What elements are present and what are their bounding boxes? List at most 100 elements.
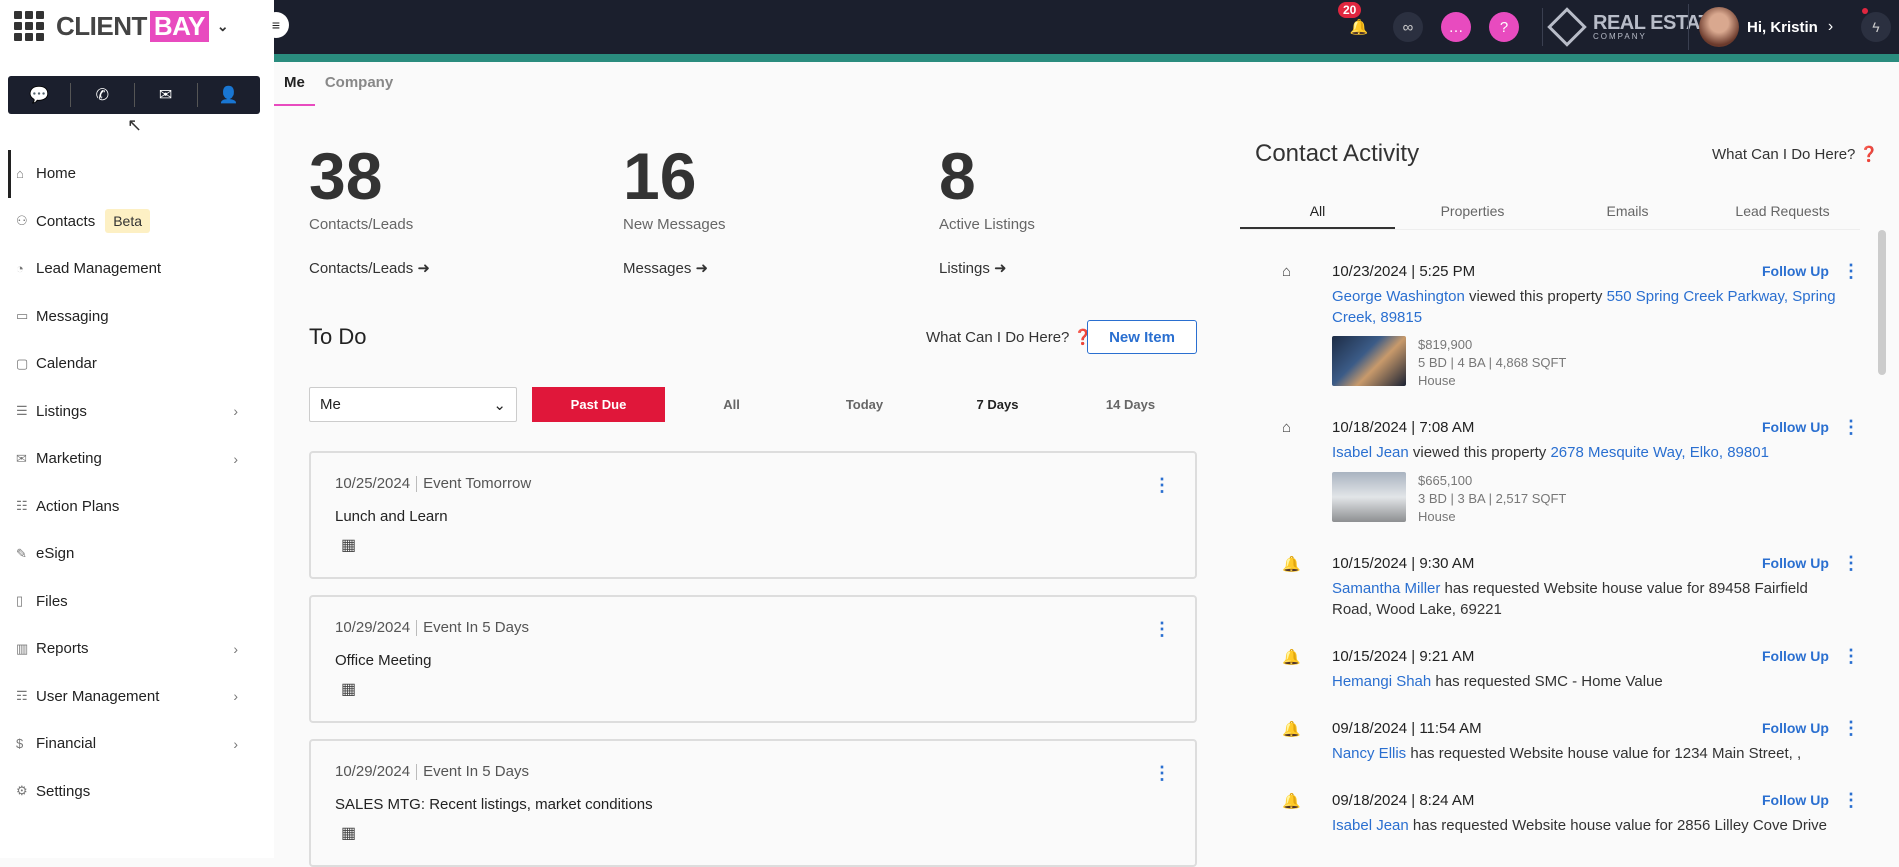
todo-date: 10/29/2024 bbox=[335, 619, 411, 636]
follow-up-link[interactable]: Follow Up bbox=[1762, 648, 1829, 664]
stat-link[interactable]: Contacts/Leads ➜ bbox=[309, 259, 430, 277]
sidebar-item-home[interactable]: ⌂ Home bbox=[0, 150, 274, 198]
sidebar-item-settings[interactable]: ⚙ Settings bbox=[0, 768, 274, 816]
sidebar-item-messaging[interactable]: ▭ Messaging bbox=[0, 293, 274, 341]
filter-7-days[interactable]: 7 Days bbox=[931, 387, 1064, 422]
more-options-icon[interactable]: ⋮ bbox=[1153, 475, 1171, 496]
chevron-right-icon: › bbox=[233, 735, 238, 752]
app-grid-icon[interactable] bbox=[14, 11, 44, 41]
sidebar-item-reports[interactable]: ▥ Reports › bbox=[0, 625, 274, 673]
calendar-icon: ▦ bbox=[341, 825, 357, 842]
follow-up-link[interactable]: Follow Up bbox=[1762, 263, 1829, 279]
stat-link[interactable]: Listings ➜ bbox=[939, 259, 1035, 277]
filter-today[interactable]: Today bbox=[798, 387, 931, 422]
tab-me[interactable]: Me bbox=[274, 62, 315, 106]
property-card[interactable]: $819,900 5 BD | 4 BA | 4,868 SQFT House bbox=[1332, 336, 1566, 390]
property-link[interactable]: 2678 Mesquite Way, Elko, 89801 bbox=[1550, 444, 1768, 461]
tab-company[interactable]: Company bbox=[315, 62, 403, 106]
stat-link[interactable]: Messages ➜ bbox=[623, 259, 726, 277]
follow-up-link[interactable]: Follow Up bbox=[1762, 555, 1829, 571]
logo-row: CLIENT BAY ⌄ bbox=[0, 0, 274, 52]
bell-icon: 🔔 bbox=[1282, 556, 1301, 573]
more-options-icon[interactable]: ⋮ bbox=[1153, 763, 1171, 784]
todo-help-link[interactable]: What Can I Do Here? ❓ bbox=[926, 328, 1092, 346]
calendar-icon: ▦ bbox=[341, 537, 357, 554]
logo-bay-text: BAY bbox=[149, 10, 209, 42]
property-thumbnail[interactable] bbox=[1332, 472, 1406, 522]
add-contact-icon[interactable]: 👤 bbox=[198, 83, 260, 107]
tab-emails[interactable]: Emails bbox=[1550, 195, 1705, 229]
more-options-icon[interactable]: ⋮ bbox=[1842, 261, 1860, 282]
follow-up-link[interactable]: Follow Up bbox=[1762, 792, 1829, 808]
contact-link[interactable]: Hemangi Shah bbox=[1332, 673, 1431, 690]
collapse-sidebar-icon[interactable]: ≡ bbox=[263, 12, 289, 38]
chat-icon[interactable]: 💬 bbox=[8, 83, 72, 107]
bell-icon[interactable]: 🔔 20 bbox=[1338, 2, 1374, 42]
sidebar-item-financial[interactable]: $ Financial › bbox=[0, 720, 274, 768]
sidebar-item-label: Files bbox=[36, 592, 68, 610]
arrow-circle-right-icon: ➜ bbox=[994, 260, 1007, 277]
contact-link[interactable]: Nancy Ellis bbox=[1332, 745, 1406, 762]
filter-all[interactable]: All bbox=[665, 387, 798, 422]
follow-up-link[interactable]: Follow Up bbox=[1762, 419, 1829, 435]
question-circle-icon: ❓ bbox=[1859, 146, 1879, 163]
contact-link[interactable]: Isabel Jean bbox=[1332, 444, 1409, 461]
mail-icon[interactable]: ✉ bbox=[135, 83, 198, 107]
activity-item: 🔔 09/18/2024 | 8:24 AM Follow Up ⋮ Isabe… bbox=[1282, 792, 1860, 834]
chevron-down-icon[interactable]: ⌄ bbox=[217, 18, 229, 35]
sidebar-item-files[interactable]: ▯ Files bbox=[0, 578, 274, 626]
more-options-icon[interactable]: ⋮ bbox=[1842, 417, 1860, 438]
contact-link[interactable]: Samantha Miller bbox=[1332, 580, 1440, 597]
sidebar-item-calendar[interactable]: ▢ Calendar bbox=[0, 340, 274, 388]
property-thumbnail[interactable] bbox=[1332, 336, 1406, 386]
sidebar-item-label: Listings bbox=[36, 402, 87, 420]
sidebar-item-lead-management[interactable]: ◔ Lead Management bbox=[0, 245, 274, 293]
assignee-select[interactable]: Me ⌄ bbox=[309, 387, 517, 422]
sidebar-item-marketing[interactable]: ✉ Marketing › bbox=[0, 435, 274, 483]
more-options-icon[interactable]: ⋮ bbox=[1842, 718, 1860, 739]
sidebar-item-esign[interactable]: ✎ eSign bbox=[0, 530, 274, 578]
tab-lead-requests[interactable]: Lead Requests bbox=[1705, 195, 1860, 229]
activity-date: 10/18/2024 bbox=[1332, 419, 1408, 436]
more-options-icon[interactable]: ⋮ bbox=[1153, 619, 1171, 640]
activity-tabs: All Properties Emails Lead Requests bbox=[1240, 195, 1860, 230]
filter-past-due[interactable]: Past Due bbox=[532, 387, 665, 422]
sidebar-item-user-management[interactable]: ☶ User Management › bbox=[0, 673, 274, 721]
contact-link[interactable]: Isabel Jean bbox=[1332, 817, 1409, 834]
todo-title-text: Office Meeting bbox=[335, 652, 432, 669]
bolt-icon[interactable]: ϟ bbox=[1861, 12, 1891, 42]
help-icon[interactable]: ? bbox=[1489, 12, 1519, 42]
tab-properties[interactable]: Properties bbox=[1395, 195, 1550, 229]
link-icon[interactable]: ∞ bbox=[1393, 12, 1423, 42]
new-item-button[interactable]: New Item bbox=[1087, 320, 1197, 354]
more-options-icon[interactable]: ⋮ bbox=[1842, 646, 1860, 667]
user-menu[interactable]: Hi, Kristin › bbox=[1688, 4, 1833, 50]
bell-icon: 🔔 bbox=[1282, 793, 1301, 810]
greeting-text: Hi, Kristin bbox=[1747, 18, 1818, 36]
contact-link[interactable]: George Washington bbox=[1332, 288, 1465, 305]
todo-item[interactable]: 10/25/2024 Event Tomorrow Lunch and Learn… bbox=[309, 451, 1197, 579]
sidebar-item-listings[interactable]: ☰ Listings › bbox=[0, 388, 274, 436]
todo-item[interactable]: 10/29/2024 Event In 5 Days Office Meeting… bbox=[309, 595, 1197, 723]
follow-up-link[interactable]: Follow Up bbox=[1762, 720, 1829, 736]
chat-bubble-icon[interactable]: … bbox=[1441, 12, 1471, 42]
sidebar-item-label: Action Plans bbox=[36, 497, 120, 515]
sidebar-item-action-plans[interactable]: ☷ Action Plans bbox=[0, 483, 274, 531]
property-card[interactable]: $665,100 3 BD | 3 BA | 2,517 SQFT House bbox=[1332, 472, 1566, 526]
more-options-icon[interactable]: ⋮ bbox=[1842, 553, 1860, 574]
activity-scrollbar[interactable] bbox=[1878, 230, 1886, 375]
clientbay-logo[interactable]: CLIENT BAY ⌄ bbox=[56, 10, 229, 42]
more-options-icon[interactable]: ⋮ bbox=[1842, 792, 1860, 811]
user-management-icon: ☶ bbox=[16, 688, 28, 704]
activity-help-link[interactable]: What Can I Do Here? ❓ bbox=[1712, 145, 1878, 163]
beta-badge: Beta bbox=[105, 209, 151, 234]
settings-icon: ⚙ bbox=[16, 783, 28, 799]
sidebar-item-label: Home bbox=[36, 165, 77, 183]
top-stripe bbox=[274, 54, 1899, 62]
tab-all[interactable]: All bbox=[1240, 195, 1395, 229]
phone-icon[interactable]: ✆ bbox=[71, 83, 135, 107]
sidebar-item-contacts[interactable]: ⚇ Contacts Beta bbox=[0, 198, 274, 246]
filter-14-days[interactable]: 14 Days bbox=[1064, 387, 1197, 422]
lead-icon: ◔ bbox=[16, 261, 24, 277]
todo-item[interactable]: 10/29/2024 Event In 5 Days SALES MTG: Rec… bbox=[309, 739, 1197, 867]
